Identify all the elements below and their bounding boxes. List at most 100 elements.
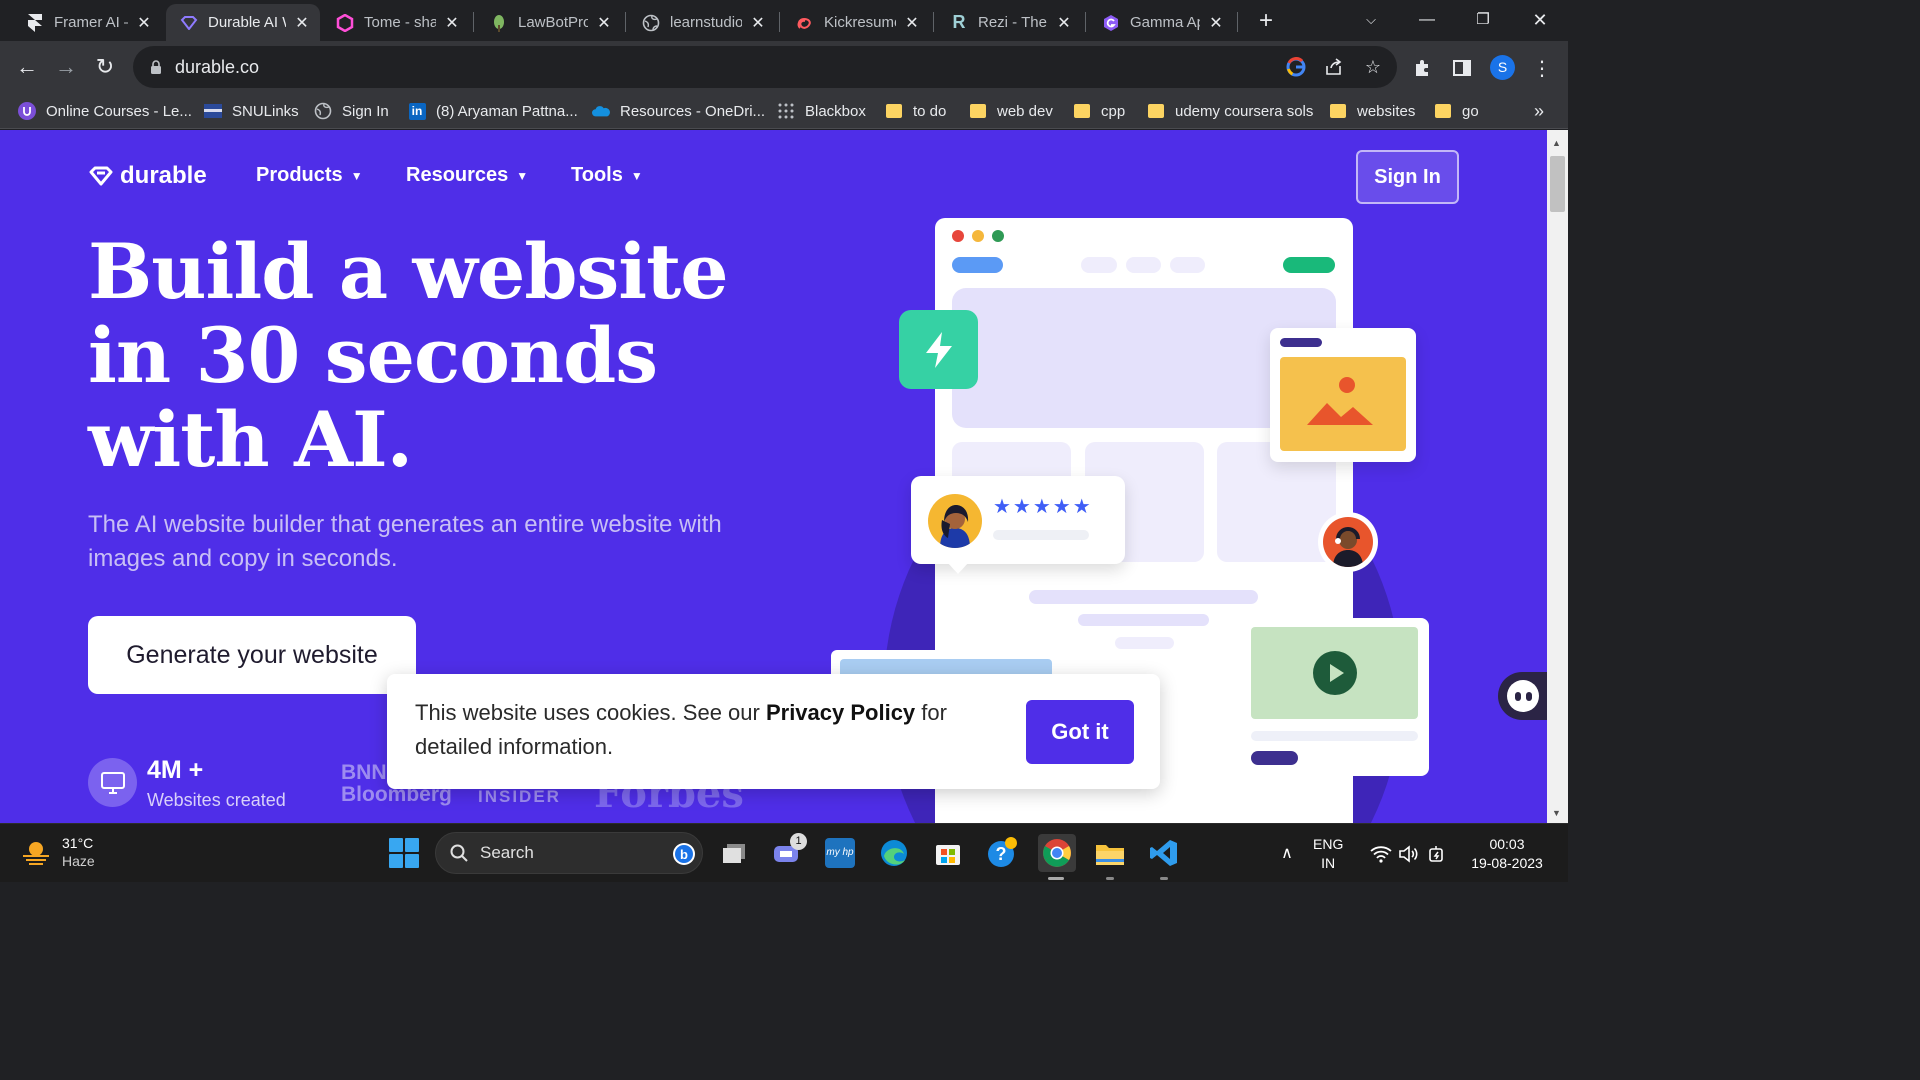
tab-kickresume[interactable]: Kickresume ✕: [782, 4, 930, 41]
microsoft-store-icon[interactable]: [931, 836, 965, 870]
tab-lawbotpro[interactable]: LawBotPro ✕: [476, 4, 622, 41]
menu-kebab-icon[interactable]: ⋮: [1530, 56, 1554, 80]
weather-widget[interactable]: 31°C Haze: [20, 834, 95, 870]
close-tab-icon[interactable]: ✕: [136, 13, 152, 33]
cookie-banner: This website uses cookies. See our Priva…: [387, 674, 1160, 789]
side-panel-icon[interactable]: [1450, 56, 1474, 80]
bookmark-folder-web-dev[interactable]: web dev: [969, 99, 1053, 123]
generate-website-button[interactable]: Generate your website: [88, 616, 416, 694]
close-tab-icon[interactable]: ✕: [294, 13, 310, 33]
rezi-icon: R: [952, 12, 966, 32]
close-tab-icon[interactable]: ✕: [444, 13, 460, 33]
chat-widget-button[interactable]: [1498, 672, 1547, 720]
tab-framer[interactable]: Framer AI — ✕: [12, 4, 162, 41]
close-window-button[interactable]: ✕: [1520, 6, 1560, 34]
bookmark-folder-go[interactable]: go: [1434, 99, 1479, 123]
close-tab-icon[interactable]: ✕: [904, 13, 920, 33]
share-icon[interactable]: [1323, 56, 1345, 78]
nav-products[interactable]: Products ▼: [256, 164, 363, 187]
bookmarks-overflow[interactable]: »: [1534, 99, 1544, 123]
bookmark-star-icon[interactable]: ☆: [1362, 56, 1384, 78]
bookmark-folder-cpp[interactable]: cpp: [1073, 99, 1125, 123]
profile-avatar[interactable]: S: [1490, 55, 1515, 80]
show-hidden-icons[interactable]: ∧: [1270, 836, 1304, 870]
address-bar[interactable]: durable.co ☆: [133, 46, 1397, 88]
tab-durable[interactable]: Durable AI W ✕: [166, 4, 320, 41]
close-tab-icon[interactable]: ✕: [1056, 13, 1072, 33]
chevron-down-icon: ▼: [350, 168, 363, 183]
language-indicator[interactable]: ENG IN: [1313, 835, 1343, 873]
task-view-icon[interactable]: [717, 836, 751, 870]
folder-icon: [1434, 102, 1452, 120]
tab-gamma[interactable]: Gamma Ap ✕: [1088, 4, 1234, 41]
close-tab-icon[interactable]: ✕: [1208, 13, 1224, 33]
reviewer-avatar: [928, 494, 982, 548]
forward-button[interactable]: →: [52, 53, 80, 81]
scroll-down-icon[interactable]: ▼: [1552, 808, 1561, 818]
battery-charging-icon[interactable]: [1420, 837, 1454, 871]
lock-icon: [147, 59, 165, 75]
scrollbar-thumb[interactable]: [1550, 156, 1565, 212]
kickresume-icon: [796, 14, 814, 32]
page-scrollbar[interactable]: ▲ ▼: [1547, 130, 1568, 823]
websites-created-label: Websites created: [147, 790, 286, 810]
vscode-icon[interactable]: [1147, 836, 1181, 870]
bookmark-blackbox[interactable]: Blackbox: [777, 99, 866, 123]
bookmark-onedrive[interactable]: Resources - OneDri...: [592, 99, 765, 123]
chrome-icon[interactable]: [1038, 834, 1076, 872]
taskbar-search[interactable]: Search b: [435, 832, 703, 874]
bookmark-sign-in[interactable]: Sign In: [314, 99, 389, 123]
image-card-illustration: [1270, 328, 1416, 462]
close-tab-icon[interactable]: ✕: [750, 13, 766, 33]
file-explorer-icon[interactable]: [1093, 836, 1127, 870]
bookmark-snulinks[interactable]: SNULinks: [204, 99, 299, 123]
course-icon: [18, 102, 36, 120]
bookmark-folder-to-do[interactable]: to do: [885, 99, 946, 123]
tab-tome[interactable]: Tome - shap ✕: [322, 4, 470, 41]
reload-button[interactable]: ↻: [91, 53, 119, 81]
myhp-icon[interactable]: my hp: [823, 836, 857, 870]
cookie-accept-button[interactable]: Got it: [1026, 700, 1134, 764]
tab-learnstudio[interactable]: learnstudio ✕: [628, 4, 776, 41]
bookmark-folder-websites[interactable]: websites: [1329, 99, 1415, 123]
tome-icon: [336, 13, 354, 32]
minimize-button[interactable]: —: [1407, 6, 1447, 34]
close-tab-icon[interactable]: ✕: [596, 13, 612, 33]
framer-icon: [26, 13, 44, 32]
get-help-icon[interactable]: ?: [985, 836, 1019, 870]
chevron-down-icon: ▼: [630, 168, 643, 183]
url-text: durable.co: [175, 56, 260, 77]
nav-tools[interactable]: Tools ▼: [571, 164, 643, 187]
google-icon[interactable]: [1285, 56, 1307, 78]
press-logo-insider: INSIDER: [478, 787, 561, 806]
tab-search-icon[interactable]: ⌵: [1351, 6, 1391, 34]
scroll-up-icon[interactable]: ▲: [1552, 138, 1561, 148]
restore-button[interactable]: ❐: [1463, 6, 1503, 34]
bookmark-online-courses[interactable]: Online Courses - Le...: [18, 99, 192, 123]
new-tab-button[interactable]: +: [1252, 8, 1280, 36]
durable-logo[interactable]: durable: [88, 162, 207, 190]
mock-dot-yellow: [972, 230, 984, 242]
globe-icon: [314, 102, 332, 120]
webpage: durable Products ▼ Resources ▼ Tools ▼ Sign…: [0, 130, 1547, 823]
extensions-icon[interactable]: [1411, 56, 1435, 80]
start-button[interactable]: [389, 838, 419, 868]
chevron-down-icon: ▼: [516, 168, 529, 183]
bookmark-folder-udemy[interactable]: udemy coursera sols: [1147, 99, 1313, 123]
mock-logo-pill: [952, 257, 1003, 273]
bing-icon[interactable]: b: [672, 842, 696, 871]
nav-resources[interactable]: Resources ▼: [406, 164, 528, 187]
five-star-rating: ★★★★★: [993, 496, 1093, 518]
sign-in-button[interactable]: Sign In: [1356, 150, 1459, 204]
tab-rezi[interactable]: R Rezi - The L ✕: [936, 4, 1082, 41]
edge-browser-icon[interactable]: [877, 836, 911, 870]
leaf-icon: [490, 14, 508, 32]
bookmark-linkedin[interactable]: in (8) Aryaman Pattna...: [408, 99, 578, 123]
privacy-policy-link[interactable]: Privacy Policy: [766, 700, 915, 725]
websites-created-count: 4M +: [147, 756, 204, 784]
back-button[interactable]: ←: [13, 53, 41, 81]
gamma-icon: [1102, 14, 1120, 32]
teams-chat-icon[interactable]: 1: [770, 833, 807, 870]
clock[interactable]: 00:03 19-08-2023: [1466, 835, 1548, 873]
haze-icon: [23, 842, 49, 865]
